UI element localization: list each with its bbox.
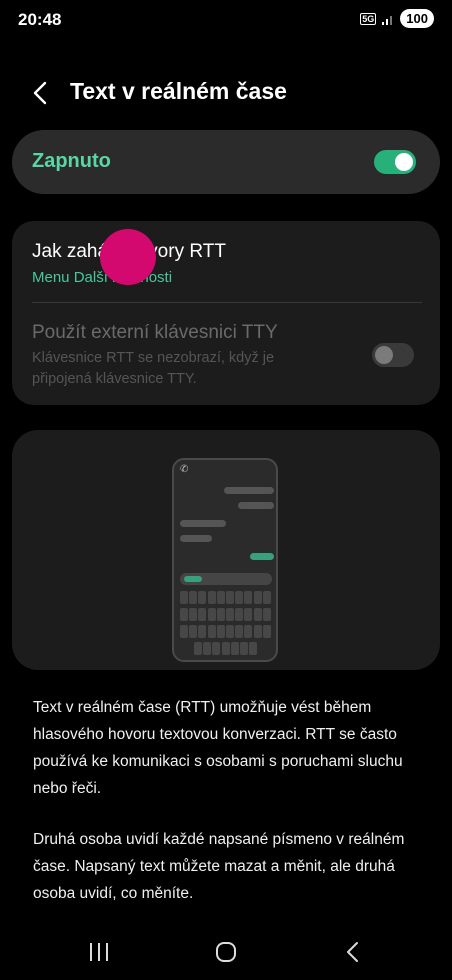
keyboard-key — [198, 591, 207, 604]
keyboard-key — [180, 591, 188, 604]
keyboard-key — [198, 608, 207, 621]
status-bar: 20:48 5G 100 — [0, 0, 452, 40]
keyboard-key — [198, 625, 207, 638]
chat-bubble — [238, 502, 274, 509]
keyboard-key — [253, 608, 262, 621]
navigation-bar — [0, 930, 452, 980]
divider — [32, 302, 422, 303]
keyboard-key — [235, 591, 244, 604]
keyboard-key — [244, 625, 253, 638]
keyboard-key — [262, 591, 271, 604]
phone-call-icon: ✆ — [180, 464, 189, 475]
keyboard-key — [244, 591, 253, 604]
rtt-typed-text — [184, 576, 202, 582]
page-title: Text v reálném čase — [70, 78, 287, 104]
recents-icon[interactable] — [88, 942, 110, 962]
back-icon[interactable] — [342, 940, 364, 964]
phone-mockup: ✆ — [172, 458, 278, 662]
keyboard-key — [226, 608, 234, 621]
chat-bubble-sent — [250, 553, 274, 560]
keyboard-key — [189, 591, 198, 604]
keyboard-key — [240, 642, 248, 655]
keyboard-key — [203, 642, 212, 655]
keyboard-key — [262, 625, 271, 638]
keyboard-key — [221, 642, 230, 655]
keyboard-key — [180, 625, 188, 638]
master-switch-row[interactable]: Zapnuto — [12, 130, 440, 194]
settings-card: Jak zahájit hovory RTT Menu Další možnos… — [12, 221, 440, 405]
keyboard-key — [216, 608, 225, 621]
keyboard-key — [194, 642, 202, 655]
tty-keyboard-subtitle: Klávesnice RTT se nezobrazí, když je při… — [32, 350, 275, 387]
signal-icon — [382, 15, 393, 25]
keyboard-key — [180, 608, 188, 621]
keyboard-key — [235, 625, 244, 638]
keyboard-key — [189, 625, 198, 638]
description-paragraph-2: Druhá osoba uvidí každé napsané písmeno … — [33, 831, 405, 902]
toggle-knob — [375, 346, 393, 364]
keyboard-key — [235, 608, 244, 621]
keyboard-mockup — [180, 591, 272, 659]
rtt-input-bar — [180, 573, 272, 585]
touch-indicator — [100, 229, 156, 285]
keyboard-key — [226, 591, 234, 604]
keyboard-key — [212, 642, 221, 655]
keyboard-key — [207, 608, 216, 621]
description-paragraph-1: Text v reálném čase (RTT) umožňuje vést … — [33, 699, 403, 797]
home-icon[interactable] — [215, 941, 237, 963]
keyboard-key — [249, 642, 258, 655]
battery-indicator: 100 — [400, 9, 434, 28]
master-switch-label: Zapnuto — [32, 150, 111, 172]
keyboard-key — [207, 625, 216, 638]
keyboard-key — [253, 625, 262, 638]
chat-bubble — [180, 535, 212, 542]
network-5g-icon: 5G — [360, 12, 377, 25]
keyboard-key — [253, 591, 262, 604]
status-indicators: 5G 100 — [360, 9, 434, 28]
chat-bubble — [180, 520, 226, 527]
keyboard-key — [230, 642, 239, 655]
tty-keyboard-toggle — [372, 343, 414, 367]
keyboard-key — [189, 608, 198, 621]
keyboard-key — [216, 591, 225, 604]
chevron-left-icon[interactable] — [26, 78, 56, 108]
keyboard-key — [244, 608, 253, 621]
chat-bubble — [224, 487, 274, 494]
keyboard-key — [226, 625, 234, 638]
master-toggle[interactable] — [374, 150, 416, 174]
tty-keyboard-title: Použít externí klávesnici TTY — [32, 322, 278, 343]
keyboard-key — [262, 608, 271, 621]
rtt-illustration: ✆ — [12, 430, 440, 670]
status-time: 20:48 — [18, 10, 62, 29]
app-header: Text v reálném čase — [0, 74, 452, 110]
keyboard-key — [216, 625, 225, 638]
keyboard-key — [207, 591, 216, 604]
toggle-knob — [395, 153, 413, 171]
